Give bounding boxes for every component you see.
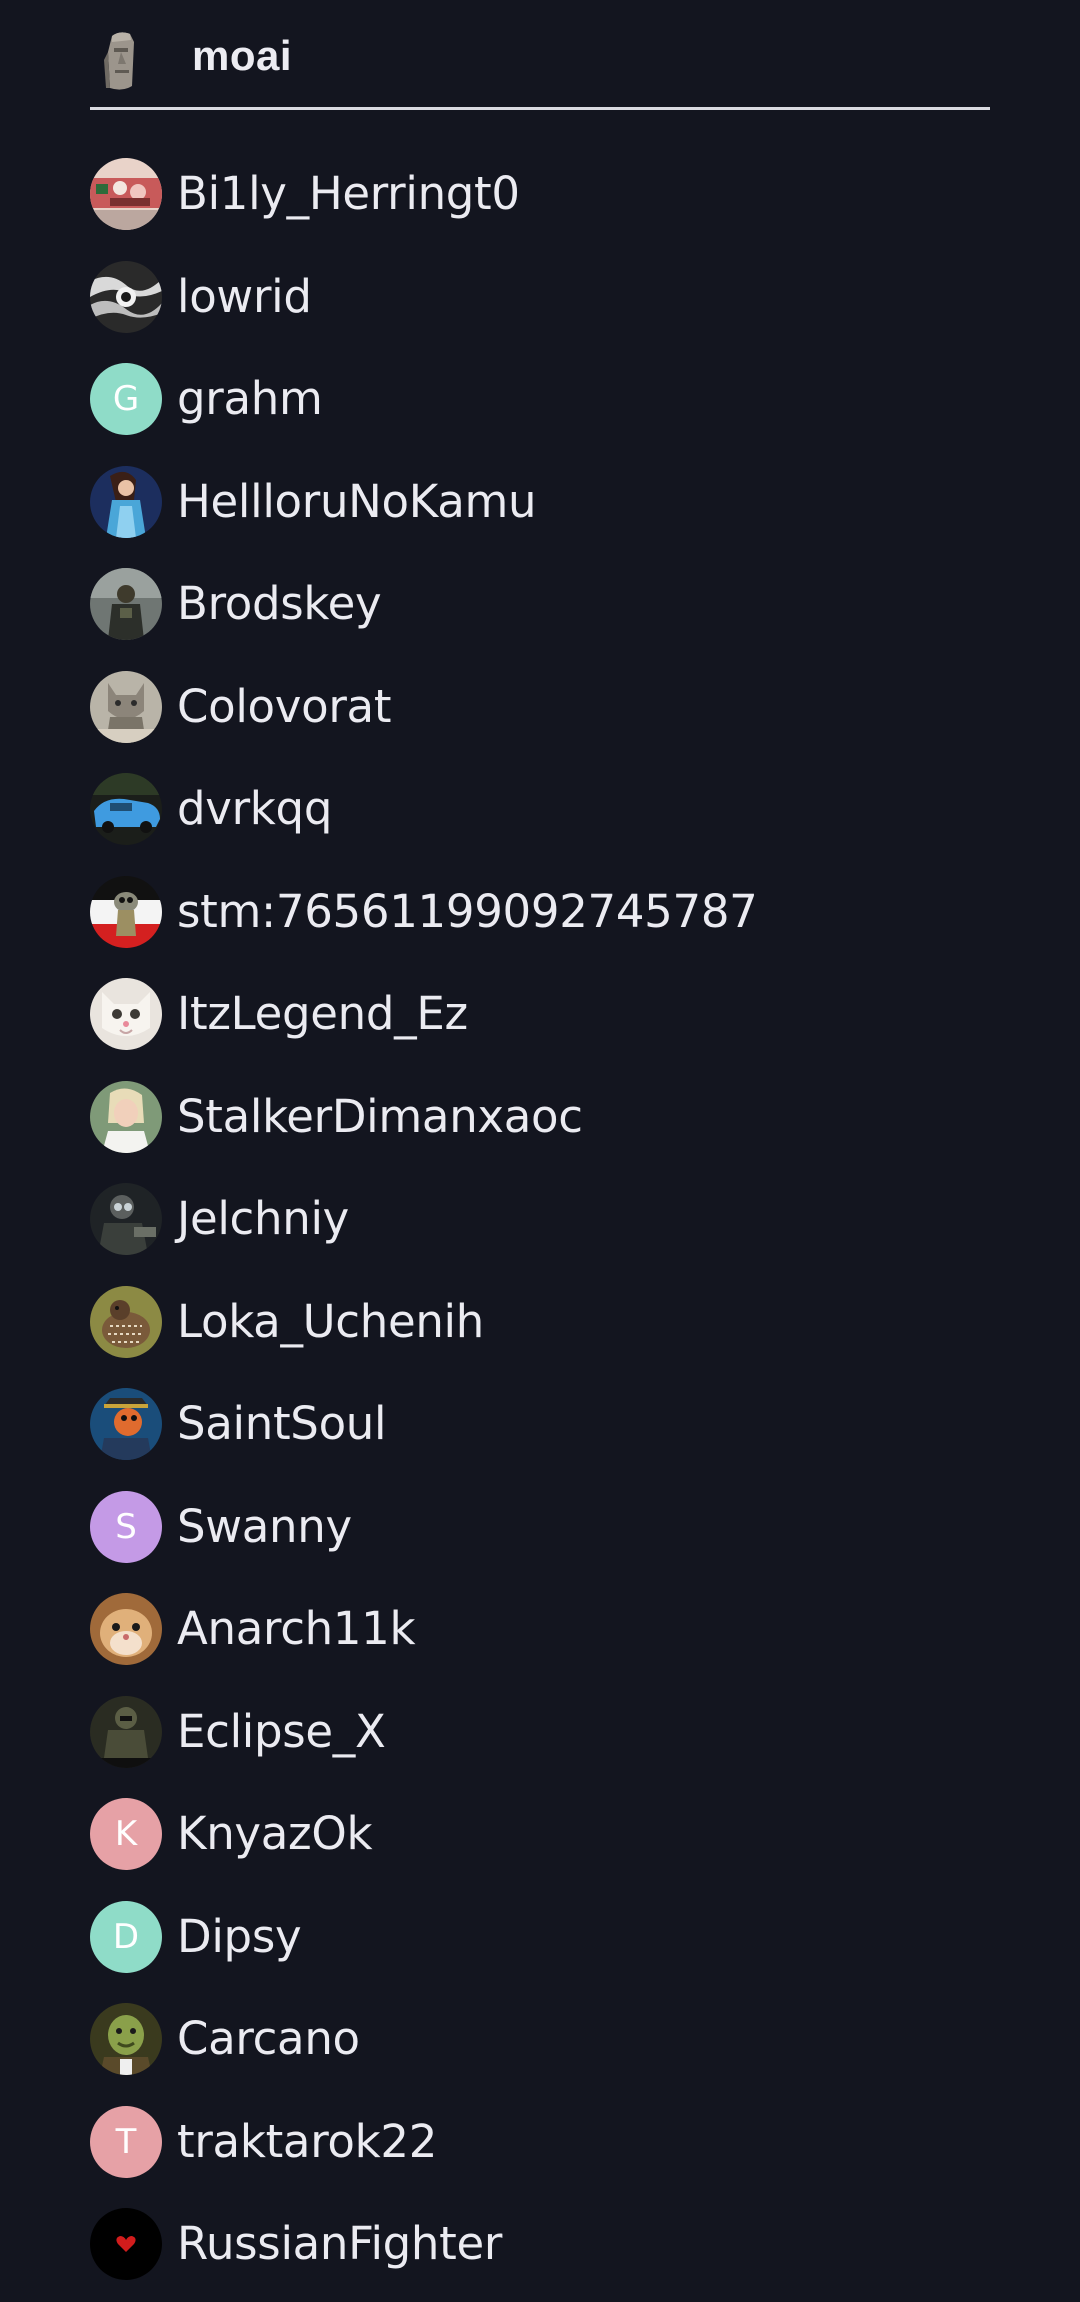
avatar bbox=[90, 671, 162, 743]
list-item[interactable]: Colovorat bbox=[90, 671, 990, 751]
list-item[interactable]: Carcano bbox=[90, 2003, 990, 2083]
member-name: ItzLegend_Ez bbox=[177, 987, 468, 1040]
member-name: Loka_Uchenih bbox=[177, 1295, 484, 1348]
avatar: D bbox=[90, 1901, 162, 1973]
list-item[interactable]: T traktarok22 bbox=[90, 2106, 990, 2186]
member-name: lowrid bbox=[177, 270, 312, 323]
list-item[interactable]: StalkerDimanxaoc bbox=[90, 1081, 990, 1161]
member-name: traktarok22 bbox=[177, 2115, 438, 2168]
avatar bbox=[90, 568, 162, 640]
member-name: Colovorat bbox=[177, 680, 392, 733]
avatar: K bbox=[90, 1798, 162, 1870]
page-title: moai bbox=[192, 32, 293, 79]
list-item[interactable]: SaintSoul bbox=[90, 1388, 990, 1468]
list-item[interactable]: dvrkqq bbox=[90, 773, 990, 853]
member-name: dvrkqq bbox=[177, 782, 333, 835]
list-item[interactable]: ItzLegend_Ez bbox=[90, 978, 990, 1058]
list-item[interactable]: Eclipse_X bbox=[90, 1696, 990, 1776]
list-item[interactable]: Brodskey bbox=[90, 568, 990, 648]
member-name: HellloruNoKamu bbox=[177, 475, 537, 528]
list-item[interactable]: Anarch11k bbox=[90, 1593, 990, 1673]
member-name: Bi1ly_Herringt0 bbox=[177, 167, 520, 220]
avatar bbox=[90, 1388, 162, 1460]
avatar bbox=[90, 1183, 162, 1255]
avatar-letter: T bbox=[115, 2122, 137, 2162]
avatar bbox=[90, 2208, 162, 2280]
avatar: G bbox=[90, 363, 162, 435]
list-item[interactable]: Jelchniy bbox=[90, 1183, 990, 1263]
avatar bbox=[90, 466, 162, 538]
member-name: Carcano bbox=[177, 2012, 360, 2065]
member-name: RussianFighter bbox=[177, 2217, 503, 2270]
avatar bbox=[90, 1696, 162, 1768]
member-name: Jelchniy bbox=[177, 1192, 349, 1245]
avatar bbox=[90, 261, 162, 333]
avatar bbox=[90, 1081, 162, 1153]
member-name: StalkerDimanxaoc bbox=[177, 1090, 583, 1143]
avatar bbox=[90, 1286, 162, 1358]
avatar bbox=[90, 978, 162, 1050]
chat-header: moai bbox=[90, 0, 990, 110]
list-item[interactable]: S Swanny bbox=[90, 1491, 990, 1571]
member-name: grahm bbox=[177, 372, 323, 425]
member-name: KnyazOk bbox=[177, 1807, 373, 1860]
list-item[interactable]: Loka_Uchenih bbox=[90, 1286, 990, 1366]
member-name: Swanny bbox=[177, 1500, 352, 1553]
avatar bbox=[90, 158, 162, 230]
member-name: Eclipse_X bbox=[177, 1705, 386, 1758]
list-item[interactable]: lowrid bbox=[90, 261, 990, 341]
list-item[interactable]: Bi1ly_Herringt0 bbox=[90, 158, 990, 238]
list-item[interactable]: G grahm bbox=[90, 363, 990, 443]
member-name: SaintSoul bbox=[177, 1397, 387, 1450]
list-item[interactable]: HellloruNoKamu bbox=[90, 466, 990, 546]
avatar: T bbox=[90, 2106, 162, 2178]
list-item[interactable]: D Dipsy bbox=[90, 1901, 990, 1981]
avatar-letter: D bbox=[112, 1917, 140, 1957]
member-name: stm:76561199092745787 bbox=[177, 885, 758, 938]
list-item[interactable]: stm:76561199092745787 bbox=[90, 876, 990, 956]
member-name: Brodskey bbox=[177, 577, 382, 630]
avatar: S bbox=[90, 1491, 162, 1563]
avatar bbox=[90, 876, 162, 948]
avatar bbox=[90, 2003, 162, 2075]
avatar bbox=[90, 1593, 162, 1665]
member-name: Anarch11k bbox=[177, 1602, 416, 1655]
list-item[interactable]: RussianFighter bbox=[90, 2208, 990, 2288]
avatar bbox=[90, 773, 162, 845]
moai-avatar[interactable] bbox=[98, 30, 148, 92]
list-item[interactable]: K KnyazOk bbox=[90, 1798, 990, 1878]
avatar-letter: G bbox=[112, 379, 140, 419]
avatar-letter: S bbox=[115, 1507, 137, 1547]
avatar-letter: K bbox=[114, 1814, 138, 1854]
member-name: Dipsy bbox=[177, 1910, 302, 1963]
